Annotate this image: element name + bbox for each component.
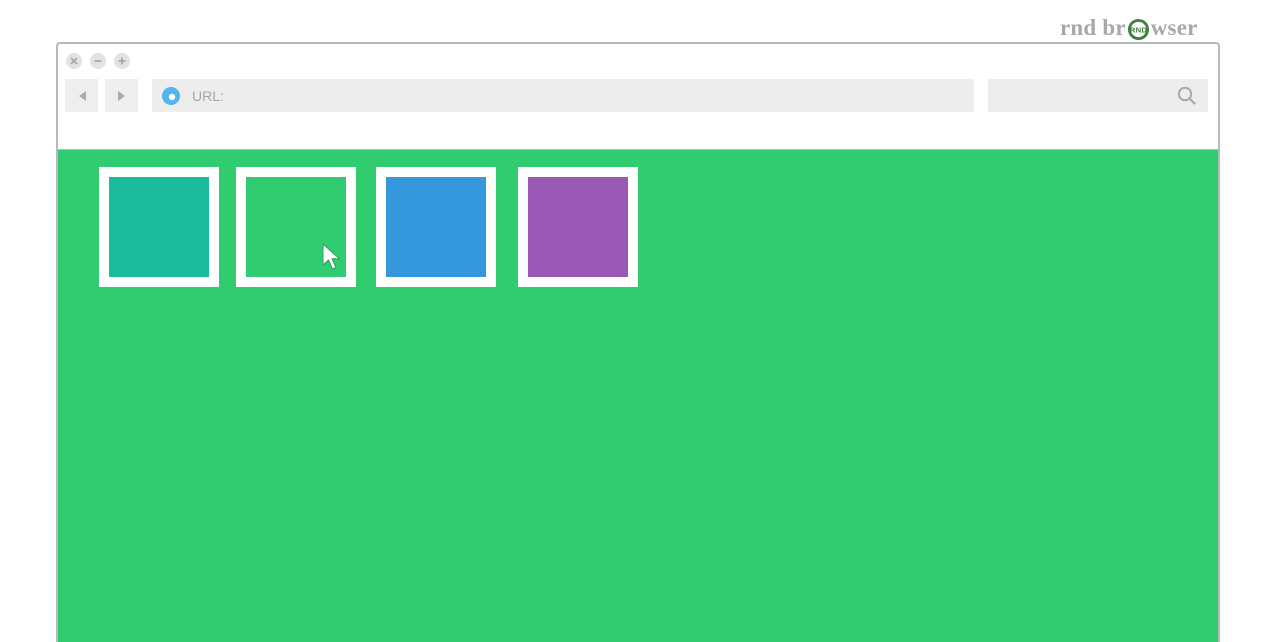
back-arrow-icon [78,90,86,101]
forward-button[interactable] [105,79,138,112]
back-button[interactable] [65,79,98,112]
close-icon [70,57,78,65]
maximize-icon [118,57,126,65]
tile-swatch [386,177,486,277]
url-label: URL: [192,87,224,104]
site-icon [162,86,180,105]
close-button[interactable] [66,53,82,69]
page-content [58,149,1218,642]
logo-badge-text: RND [1130,25,1147,34]
url-bar[interactable]: URL: [152,79,974,112]
tile-swatch [528,177,628,277]
search-bar[interactable] [988,79,1208,112]
window-controls [66,53,130,69]
browser-window: URL: [56,42,1220,642]
color-tile-purple[interactable] [518,167,638,287]
logo-badge-icon: RND [1127,18,1149,40]
tile-swatch [109,177,209,277]
color-tile-blue[interactable] [376,167,496,287]
logo-text-start: rnd br [1060,15,1126,40]
search-icon[interactable] [1177,86,1196,105]
maximize-button[interactable] [114,53,130,69]
minimize-button[interactable] [90,53,106,69]
mouse-pointer-icon [322,243,340,270]
brand-logo: rnd br RND wser [1060,14,1200,42]
minimize-icon [94,60,102,62]
color-tile-teal[interactable] [99,167,219,287]
forward-arrow-icon [117,90,125,101]
logo-text-end: wser [1150,15,1198,40]
